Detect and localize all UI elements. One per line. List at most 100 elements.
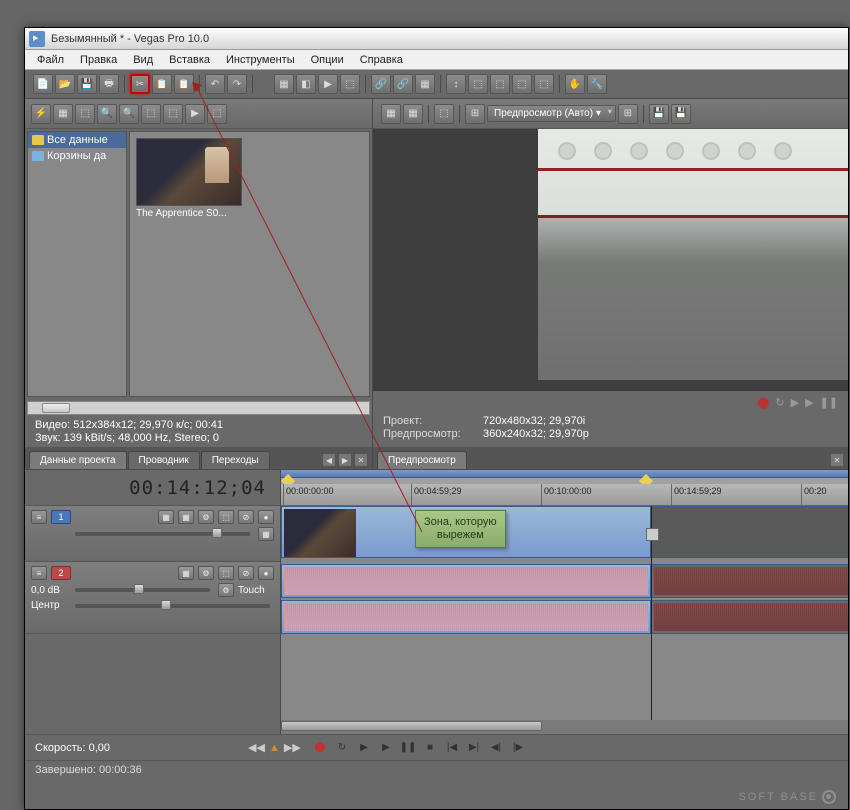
preview-tool-icon[interactable]: ▦ — [403, 104, 423, 124]
tab-transitions[interactable]: Переходы — [201, 451, 270, 469]
mute-icon[interactable]: ⊘ — [238, 566, 254, 580]
strip-icon[interactable]: ▦ — [53, 104, 73, 124]
strip-icon[interactable]: ⬚ — [75, 104, 95, 124]
media-clip[interactable]: The Apprentice S0... — [136, 138, 242, 219]
tab-close-icon[interactable]: ✕ — [354, 453, 368, 467]
tool-icon[interactable]: ⬚ — [490, 74, 510, 94]
preview-quality-dropdown[interactable]: Предпросмотр (Авто) ▾ — [487, 105, 616, 122]
prev-frame-icon[interactable]: ◀| — [487, 740, 505, 756]
tree-scrollbar[interactable] — [27, 401, 370, 415]
solo-icon[interactable]: ● — [258, 510, 274, 524]
volume-slider[interactable] — [75, 588, 210, 592]
tool-icon[interactable]: ▦ — [415, 74, 435, 94]
video-track-header[interactable]: ≡ 1 ▦ ▦ ⚙ ⬚ ⊘ ● ▦ — [25, 506, 280, 562]
mute-icon[interactable]: ⊘ — [238, 510, 254, 524]
audio-track-row[interactable]: 12 24 36 48 — [281, 564, 848, 634]
audio-clip[interactable] — [651, 564, 848, 598]
tree-all-media[interactable]: Все данные — [28, 132, 126, 148]
preview-tool-icon[interactable]: 💾 — [671, 104, 691, 124]
tool-icon[interactable]: ⬚ — [340, 74, 360, 94]
wrench-icon[interactable]: 🔧 — [587, 74, 607, 94]
strip-icon[interactable]: ⬚ — [141, 104, 161, 124]
preview-tool-icon[interactable]: ▦ — [381, 104, 401, 124]
play-icon[interactable]: ▶ — [791, 396, 799, 409]
menu-options[interactable]: Опции — [303, 52, 352, 68]
paste-icon[interactable]: 📋 — [174, 74, 194, 94]
loop-icon[interactable]: ↻ — [333, 740, 351, 756]
go-start-icon[interactable]: |◀ — [443, 740, 461, 756]
redo-icon[interactable]: ↷ — [227, 74, 247, 94]
menu-file[interactable]: Файл — [29, 52, 72, 68]
shuttle-prev-icon[interactable]: ◀◀ — [248, 741, 265, 754]
cut-icon[interactable]: ✂ — [130, 74, 150, 94]
thumbnail-area[interactable]: The Apprentice S0... — [129, 131, 370, 397]
tab-preview[interactable]: Предпросмотр — [377, 451, 467, 469]
scrollbar-thumb[interactable] — [42, 403, 70, 413]
tab-project-data[interactable]: Данные проекта — [29, 451, 127, 469]
tab-close-icon[interactable]: ✕ — [830, 453, 844, 467]
audio-clip[interactable] — [651, 600, 848, 634]
new-icon[interactable]: 📄 — [33, 74, 53, 94]
zoomout-icon[interactable]: 🔍 — [97, 104, 117, 124]
next-frame-icon[interactable]: |▶ — [509, 740, 527, 756]
track-btn-icon[interactable]: ⬚ — [218, 510, 234, 524]
track-btn-icon[interactable]: ▦ — [178, 510, 194, 524]
tool-icon[interactable]: ▶ — [318, 74, 338, 94]
tool-icon[interactable]: ⬚ — [534, 74, 554, 94]
scrollbar-thumb[interactable] — [281, 721, 542, 731]
track-btn-icon[interactable]: ⬚ — [218, 566, 234, 580]
tree-bins[interactable]: Корзины да — [28, 148, 126, 164]
play-icon[interactable]: ▶ — [185, 104, 205, 124]
video-track-row[interactable] — [281, 506, 848, 560]
pause-icon[interactable]: ❚❚ — [820, 396, 838, 409]
track-fx-icon[interactable]: ⚙ — [198, 510, 214, 524]
shuttle-center-icon[interactable]: ▲ — [269, 742, 280, 754]
menu-edit[interactable]: Правка — [72, 52, 125, 68]
menu-tools[interactable]: Инструменты — [218, 52, 303, 68]
save-icon[interactable]: 💾 — [77, 74, 97, 94]
tab-next-icon[interactable]: ▶ — [338, 453, 352, 467]
audio-clip[interactable] — [281, 600, 651, 634]
track-min-icon[interactable]: ≡ — [31, 510, 47, 524]
tracks-area[interactable]: 12 24 36 48 Зона, которую вырежем — [281, 506, 848, 720]
tool-icon[interactable]: 🔗 — [371, 74, 391, 94]
audio-track-header[interactable]: ≡ 2 ▦ ⚙ ⬚ ⊘ ● 0,0 dB ⚙ Touch Центр — [25, 562, 280, 634]
track-fx-icon[interactable]: ⚙ — [198, 566, 214, 580]
preview-tool-icon[interactable]: ⊞ — [465, 104, 485, 124]
tool-icon[interactable]: 🔗 — [393, 74, 413, 94]
tool-icon[interactable]: ◧ — [296, 74, 316, 94]
shuttle-control[interactable]: ◀◀ ▲ ▶▶ — [248, 741, 301, 754]
automation-icon[interactable]: ⚙ — [218, 583, 234, 597]
track-btn-icon[interactable]: ▦ — [258, 527, 274, 541]
strip-icon[interactable]: ⚡ — [31, 104, 51, 124]
pause-icon[interactable]: ❚❚ — [399, 740, 417, 756]
play-start-icon[interactable]: ▶ — [355, 740, 373, 756]
zoomin-icon[interactable]: 🔍 — [119, 104, 139, 124]
track-btn-icon[interactable]: ▦ — [178, 566, 194, 580]
level-slider[interactable] — [75, 532, 250, 536]
go-end-icon[interactable]: ▶| — [465, 740, 483, 756]
tab-prev-icon[interactable]: ◀ — [322, 453, 336, 467]
tool-icon[interactable]: ⬚ — [468, 74, 488, 94]
print-icon[interactable]: 🖶 — [99, 74, 119, 94]
shuttle-next-icon[interactable]: ▶▶ — [284, 741, 301, 754]
pan-slider[interactable] — [75, 604, 270, 608]
open-icon[interactable]: 📂 — [55, 74, 75, 94]
loop-icon[interactable]: ↻ — [775, 396, 784, 409]
tool-icon[interactable]: ▦ — [274, 74, 294, 94]
copy-icon[interactable]: 📋 — [152, 74, 172, 94]
hand-icon[interactable]: ✋ — [565, 74, 585, 94]
selection-bar[interactable] — [281, 470, 848, 478]
menu-view[interactable]: Вид — [125, 52, 161, 68]
solo-icon[interactable]: ● — [258, 566, 274, 580]
audio-clip[interactable] — [281, 564, 651, 598]
preview-tool-icon[interactable]: ⊞ — [618, 104, 638, 124]
menu-insert[interactable]: Вставка — [161, 52, 218, 68]
timeline-body[interactable]: 00:00:00:00 00:04:59;29 00:10:00:00 00:1… — [281, 470, 848, 734]
preview-tool-icon[interactable]: 💾 — [649, 104, 669, 124]
record-icon[interactable]: ⬤ — [757, 396, 769, 409]
preview-tool-icon[interactable]: ⬚ — [434, 104, 454, 124]
time-ruler[interactable]: 00:00:00:00 00:04:59;29 00:10:00:00 00:1… — [281, 484, 848, 506]
tool-icon[interactable]: ⬚ — [512, 74, 532, 94]
track-min-icon[interactable]: ≡ — [31, 566, 47, 580]
